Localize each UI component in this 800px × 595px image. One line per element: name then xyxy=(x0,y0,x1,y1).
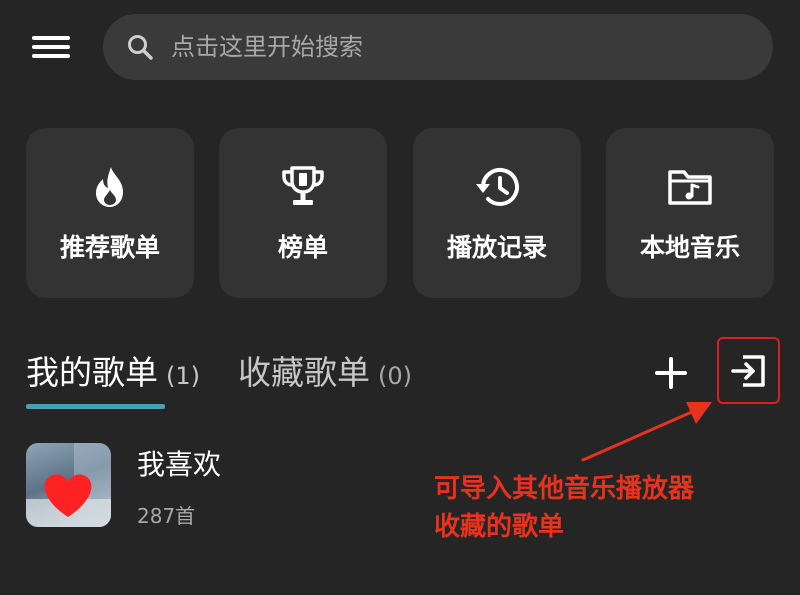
tab-collected-playlists[interactable]: 收藏歌单 (0) xyxy=(238,346,412,396)
recommended-playlists-card[interactable]: 推荐歌单 xyxy=(26,128,194,298)
tab-count: (0) xyxy=(378,362,412,390)
flame-icon xyxy=(26,162,194,212)
menu-line xyxy=(32,45,70,49)
playlist-title: 我喜欢 xyxy=(137,448,222,481)
menu-button[interactable] xyxy=(28,28,74,64)
annotation-line: 可导入其他音乐播放器 xyxy=(434,474,695,504)
play-history-card[interactable]: 播放记录 xyxy=(413,128,581,298)
charts-card[interactable]: 榜单 xyxy=(219,128,387,298)
search-input[interactable] xyxy=(171,33,731,61)
history-icon xyxy=(413,162,581,212)
active-tab-indicator xyxy=(26,404,165,409)
import-playlist-button[interactable] xyxy=(717,337,780,404)
playlist-item[interactable]: 我喜欢 287首 xyxy=(26,440,386,530)
card-label: 播放记录 xyxy=(446,233,547,262)
menu-line xyxy=(32,36,70,40)
local-music-card[interactable]: 本地音乐 xyxy=(606,128,774,298)
plus-icon xyxy=(655,357,687,389)
trophy-icon xyxy=(219,162,387,212)
search-icon xyxy=(125,32,155,62)
tab-count: (1) xyxy=(166,362,200,390)
music-folder-icon xyxy=(606,162,774,212)
annotation-line: 收藏的歌单 xyxy=(434,512,565,542)
playlist-cover xyxy=(26,443,111,527)
card-label: 本地音乐 xyxy=(639,233,740,262)
tab-label: 收藏歌单 xyxy=(238,353,370,392)
card-label: 榜单 xyxy=(277,233,328,262)
tab-label: 我的歌单 xyxy=(26,353,158,392)
search-bar[interactable] xyxy=(103,14,773,80)
tab-my-playlists[interactable]: 我的歌单 (1) xyxy=(26,346,200,396)
annotation-text: 可导入其他音乐播放器 收藏的歌单 xyxy=(434,470,694,546)
menu-line xyxy=(32,54,70,58)
import-icon xyxy=(730,354,765,387)
add-playlist-button[interactable] xyxy=(648,350,694,396)
card-label: 推荐歌单 xyxy=(59,233,160,262)
playlist-song-count: 287首 xyxy=(137,504,196,528)
